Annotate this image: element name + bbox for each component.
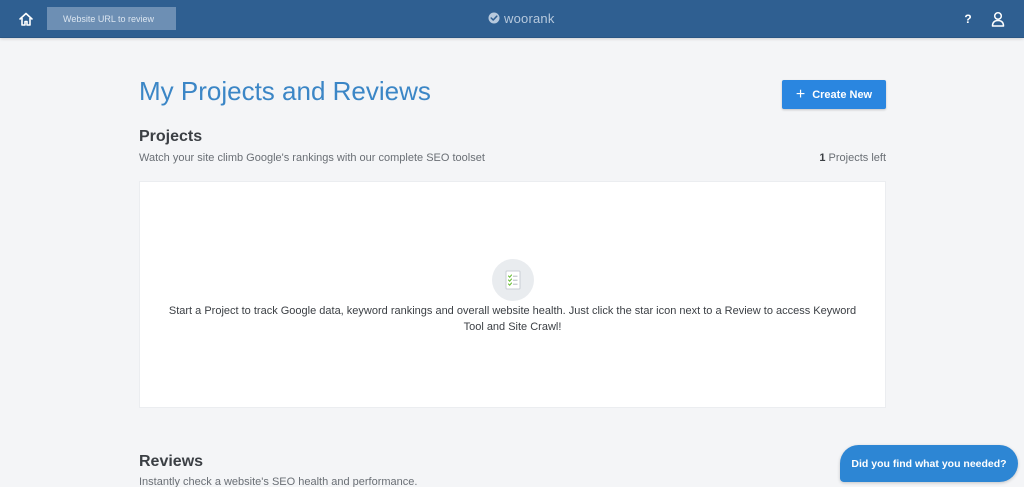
projects-left: 1 Projects left — [819, 152, 886, 164]
home-icon — [19, 12, 33, 26]
help-button[interactable]: ? — [961, 10, 975, 28]
page-title: My Projects and Reviews — [139, 76, 431, 106]
user-icon — [991, 11, 1005, 27]
feedback-chat-bubble[interactable]: Did you find what you needed? — [840, 445, 1018, 482]
create-new-button[interactable]: + Create New — [782, 80, 886, 109]
empty-state-message: Start a Project to track Google data, ke… — [168, 305, 857, 333]
reviews-title: Reviews — [139, 453, 204, 470]
projects-empty-state: Start a Project to track Google data, ke… — [139, 181, 886, 408]
website-url-input[interactable] — [47, 7, 176, 30]
user-menu-button[interactable] — [989, 9, 1007, 29]
create-new-label: Create New — [812, 88, 873, 101]
woorank-logo-icon — [488, 12, 500, 24]
checklist-icon — [492, 259, 534, 301]
plus-icon: + — [795, 85, 806, 103]
woorank-logo[interactable]: woorank — [488, 9, 555, 27]
logo-text: woorank — [504, 10, 555, 26]
projects-left-count: 1 — [819, 152, 826, 164]
projects-subtitle: Watch your site climb Google's rankings … — [139, 152, 485, 164]
reviews-subtitle: Instantly check a website's SEO health a… — [139, 476, 418, 487]
projects-left-label: Projects left — [828, 152, 886, 164]
home-button[interactable] — [16, 9, 36, 29]
projects-title: Projects — [139, 128, 203, 145]
top-bar: woorank ? — [0, 0, 1024, 38]
